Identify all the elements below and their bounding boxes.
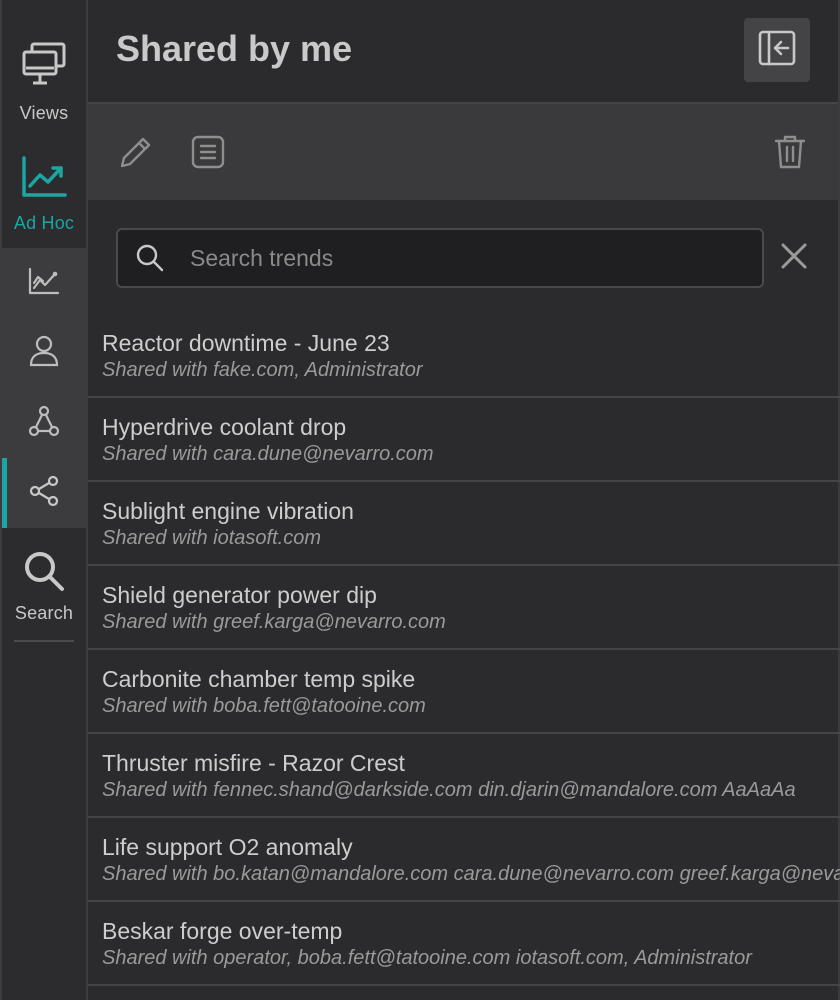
monitors-icon bbox=[22, 42, 66, 93]
trend-name: Thruster misfire - Razor Crest bbox=[102, 750, 405, 776]
search-row bbox=[88, 200, 838, 314]
trend-name: Carbonite chamber temp spike bbox=[102, 666, 416, 692]
rail-search-label: Search bbox=[14, 603, 74, 623]
collapse-panel-icon bbox=[758, 30, 796, 71]
trend-shared-with: Shared with fennec.shand@darkside.com di… bbox=[102, 779, 796, 801]
list-item[interactable]: Hyperdrive coolant drop Shared with cara… bbox=[88, 398, 840, 482]
submenu-trends[interactable] bbox=[2, 248, 86, 318]
clear-search-button[interactable] bbox=[776, 240, 812, 276]
edit-button[interactable] bbox=[116, 134, 156, 174]
list-item[interactable]: Carbonite chamber temp spike Shared with… bbox=[88, 650, 840, 734]
search-icon bbox=[136, 244, 164, 277]
delete-button[interactable] bbox=[770, 134, 810, 174]
collapse-panel-button[interactable] bbox=[744, 18, 810, 82]
pencil-icon bbox=[118, 134, 154, 175]
list-item[interactable]: Shield generator power dip Shared with g… bbox=[88, 566, 840, 650]
panel-header: Shared by me bbox=[88, 0, 838, 104]
trend-list: Reactor downtime - June 23 Shared with f… bbox=[88, 314, 840, 986]
trend-name: Hyperdrive coolant drop bbox=[102, 414, 347, 440]
trend-shared-with: Shared with cara.dune@nevarro.com bbox=[102, 443, 434, 465]
document-icon bbox=[191, 135, 225, 174]
trend-chart-icon bbox=[21, 156, 67, 203]
adhoc-submenu bbox=[2, 248, 86, 528]
trend-shared-with: Shared with boba.fett@tatooine.com bbox=[102, 695, 426, 717]
network-icon bbox=[28, 405, 60, 442]
list-item[interactable]: Sublight engine vibration Shared with io… bbox=[88, 482, 840, 566]
share-icon bbox=[29, 475, 59, 512]
trash-icon bbox=[774, 134, 806, 175]
list-item[interactable]: Reactor downtime - June 23 Shared with f… bbox=[88, 314, 840, 398]
search-input[interactable] bbox=[188, 230, 748, 286]
search-icon bbox=[23, 550, 65, 597]
trend-shared-with: Shared with operator, boba.fett@tatooine… bbox=[102, 947, 752, 969]
trend-shared-with: Shared with bo.katan@mandalore.com cara.… bbox=[102, 863, 840, 885]
rail-adhoc-button[interactable]: Ad Hoc bbox=[2, 140, 86, 248]
page-title: Shared by me bbox=[116, 28, 353, 69]
trend-name: Life support O2 anomaly bbox=[102, 834, 353, 860]
rail-views-label: Views bbox=[19, 103, 69, 123]
rail-search-button[interactable]: Search bbox=[2, 528, 86, 640]
trend-shared-with: Shared with greef.karga@nevarro.com bbox=[102, 611, 446, 633]
main-panel: Shared by me Search trends Reactor downt… bbox=[88, 0, 840, 1000]
submenu-my-trends[interactable] bbox=[2, 318, 86, 388]
submenu-shared-by-me[interactable] bbox=[2, 458, 86, 528]
trend-name: Beskar forge over-temp bbox=[102, 918, 343, 944]
trend-name: Shield generator power dip bbox=[102, 582, 377, 608]
list-item[interactable]: Thruster misfire - Razor Crest Shared wi… bbox=[88, 734, 840, 818]
rail-adhoc-label: Ad Hoc bbox=[13, 213, 75, 233]
list-item[interactable]: Life support O2 anomaly Shared with bo.k… bbox=[88, 818, 840, 902]
rail-views-button[interactable]: Views bbox=[2, 0, 86, 140]
trend-toolbar bbox=[88, 104, 838, 200]
app: Views Ad Hoc Search Shared by me Search … bbox=[0, 0, 840, 1000]
trend-name: Sublight engine vibration bbox=[102, 498, 354, 524]
details-button[interactable] bbox=[188, 134, 228, 174]
submenu-group-trends[interactable] bbox=[2, 388, 86, 458]
left-rail: Views Ad Hoc Search bbox=[0, 0, 88, 1000]
trend-shared-with: Shared with iotasoft.com bbox=[102, 527, 321, 549]
rail-top: Views Ad Hoc Search bbox=[2, 0, 86, 642]
user-icon bbox=[29, 335, 59, 372]
search-box bbox=[116, 228, 764, 288]
close-icon bbox=[780, 242, 808, 275]
list-item[interactable]: Beskar forge over-temp Shared with opera… bbox=[88, 902, 840, 986]
rail-divider bbox=[14, 640, 74, 642]
line-chart-icon bbox=[28, 267, 60, 300]
trend-name: Reactor downtime - June 23 bbox=[102, 330, 390, 356]
trend-shared-with: Shared with fake.com, Administrator bbox=[102, 359, 423, 381]
